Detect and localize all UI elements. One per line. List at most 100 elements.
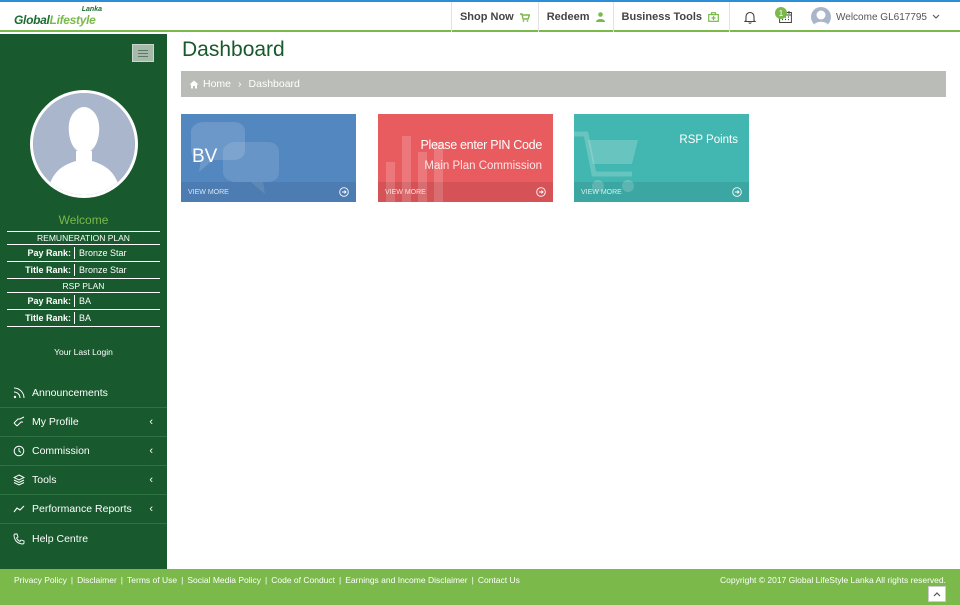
footer-link-earnings[interactable]: Earnings and Income Disclaimer	[345, 575, 467, 585]
logo-main-part-2: Lifestyle	[49, 13, 96, 27]
chevron-down-icon	[932, 14, 940, 19]
footer-separator: |	[181, 575, 184, 585]
rem-title-rank-label: Title Rank:	[7, 264, 75, 276]
breadcrumb-home-link[interactable]: Home	[203, 78, 231, 90]
business-tools-label: Business Tools	[621, 11, 703, 23]
avatar-silhouette-icon	[33, 93, 135, 195]
arrow-circle-right-icon	[732, 187, 742, 197]
rem-pay-rank-label: Pay Rank:	[7, 247, 75, 259]
scroll-to-top-button[interactable]	[928, 586, 946, 602]
tile-pin-code[interactable]: Please enter PIN Code Main Plan Commissi…	[378, 114, 553, 202]
user-icon	[595, 12, 605, 22]
business-tools-link[interactable]: Business Tools	[612, 2, 729, 32]
user-greeting: Welcome GL617795	[836, 11, 927, 23]
rsp-title-rank-label: Title Rank:	[7, 312, 75, 324]
sidebar: Welcome REMUNERATION PLAN Pay Rank: Bron…	[0, 34, 167, 569]
notification-count-badge: 1	[775, 7, 788, 19]
footer: Privacy Policy | Disclaimer | Terms of Use | S…	[0, 569, 960, 605]
footer-link-terms[interactable]: Terms of Use	[127, 575, 177, 585]
footer-link-disclaimer[interactable]: Disclaimer	[77, 575, 117, 585]
top-bar: Lanka GlobalLifestyle Shop Now Redeem Bu…	[0, 2, 960, 32]
rsp-title-rank-value: BA	[79, 313, 92, 323]
footer-link-code-of-conduct[interactable]: Code of Conduct	[271, 575, 335, 585]
chevron-left-icon: ‹	[149, 474, 153, 486]
sidebar-item-help-centre[interactable]: Help Centre	[0, 524, 167, 553]
sidebar-item-my-profile[interactable]: My Profile ‹	[0, 408, 167, 437]
sidebar-item-tools[interactable]: Tools ‹	[0, 466, 167, 495]
redeem-link[interactable]: Redeem	[537, 2, 613, 32]
shop-now-label: Shop Now	[459, 11, 514, 23]
rsp-pay-rank-value: BA	[79, 296, 92, 306]
remuneration-plan-heading: REMUNERATION PLAN	[7, 231, 160, 245]
footer-link-contact[interactable]: Contact Us	[478, 575, 520, 585]
copyright-text: Copyright © 2017 Global LifeStyle Lanka …	[720, 575, 946, 585]
cart-icon	[519, 12, 530, 22]
footer-separator: |	[471, 575, 474, 585]
briefcase-icon	[708, 12, 719, 22]
sidebar-item-label: Help Centre	[32, 532, 89, 545]
rsp-title-rank-row: Title Rank: BA	[7, 310, 160, 327]
chevron-left-icon: ‹	[149, 416, 153, 428]
tile-rsp-title: RSP Points	[679, 134, 738, 146]
sidebar-item-announcements[interactable]: Announcements	[0, 379, 167, 408]
footer-separator: |	[120, 575, 124, 585]
footer-separator: |	[265, 575, 268, 585]
avatar-silhouette-icon	[813, 10, 830, 27]
view-more-link: VIEW MORE	[385, 188, 426, 196]
footer-link-privacy[interactable]: Privacy Policy	[14, 575, 67, 585]
rem-pay-rank-row: Pay Rank: Bronze Star	[7, 245, 160, 262]
hamburger-icon	[138, 49, 148, 51]
rem-title-rank-row: Title Rank: Bronze Star	[7, 262, 160, 279]
breadcrumb: Home › Dashboard	[181, 71, 946, 97]
calendar-button[interactable]: 1	[769, 2, 801, 32]
plan-table: REMUNERATION PLAN Pay Rank: Bronze Star …	[7, 231, 160, 327]
hand-icon	[12, 415, 26, 429]
sidebar-item-label: Tools	[32, 474, 57, 486]
tile-pin-footer[interactable]: VIEW MORE	[378, 182, 553, 202]
sidebar-item-label: Performance Reports	[32, 503, 132, 515]
sidebar-item-commission[interactable]: Commission ‹	[0, 437, 167, 466]
trend-icon	[12, 502, 26, 516]
tile-rsp-points[interactable]: RSP Points VIEW MORE	[574, 114, 749, 202]
notifications-button[interactable]	[729, 2, 769, 32]
redeem-label: Redeem	[546, 11, 590, 23]
rsp-pay-rank-label: Pay Rank:	[7, 295, 75, 307]
rss-icon	[12, 386, 26, 400]
sidebar-toggle-button[interactable]	[132, 44, 154, 62]
user-menu[interactable]: Welcome GL617795	[801, 2, 960, 32]
breadcrumb-current: Dashboard	[248, 78, 300, 90]
phone-icon	[12, 532, 26, 546]
chevron-up-icon	[933, 592, 941, 597]
arrow-circle-right-icon	[536, 187, 546, 197]
tile-bv[interactable]: BV VIEW MORE	[181, 114, 356, 202]
tile-rsp-footer[interactable]: VIEW MORE	[574, 182, 749, 202]
sidebar-item-label: My Profile	[32, 416, 79, 428]
chevron-left-icon: ‹	[149, 503, 153, 515]
top-nav: Shop Now Redeem Business Tools 1 Welcome…	[450, 2, 960, 32]
logo-main-part-1: Global	[14, 13, 50, 27]
footer-link-social-media[interactable]: Social Media Policy	[187, 575, 261, 585]
logo-small-text: Lanka	[81, 6, 102, 13]
bell-icon	[743, 11, 756, 24]
sidebar-item-label: Announcements	[32, 387, 108, 399]
hamburger-line	[138, 55, 148, 57]
rsp-pay-rank-row: Pay Rank: BA	[7, 293, 160, 310]
page-title: Dashboard	[182, 38, 285, 61]
hamburger-line	[138, 52, 148, 54]
rem-pay-rank-value: Bronze Star	[79, 248, 127, 258]
sidebar-welcome: Welcome	[58, 213, 109, 227]
user-avatar	[811, 7, 832, 27]
profile-avatar	[30, 90, 138, 198]
logo[interactable]: Lanka GlobalLifestyle	[14, 6, 104, 28]
sidebar-menu: Announcements My Profile ‹ Commission ‹ …	[0, 379, 167, 553]
shop-now-link[interactable]: Shop Now	[450, 2, 538, 32]
footer-links: Privacy Policy | Disclaimer | Terms of Use | S…	[14, 575, 520, 585]
tile-bv-footer[interactable]: VIEW MORE	[181, 182, 356, 202]
logo-main-text: GlobalLifestyle	[14, 13, 96, 27]
sidebar-item-label: Commission	[32, 445, 90, 457]
tile-pin-subtitle: Main Plan Commission	[424, 160, 542, 172]
view-more-link: VIEW MORE	[188, 188, 229, 196]
sidebar-item-performance-reports[interactable]: Performance Reports ‹	[0, 495, 167, 524]
clock-icon	[12, 444, 26, 458]
home-icon	[189, 80, 199, 88]
